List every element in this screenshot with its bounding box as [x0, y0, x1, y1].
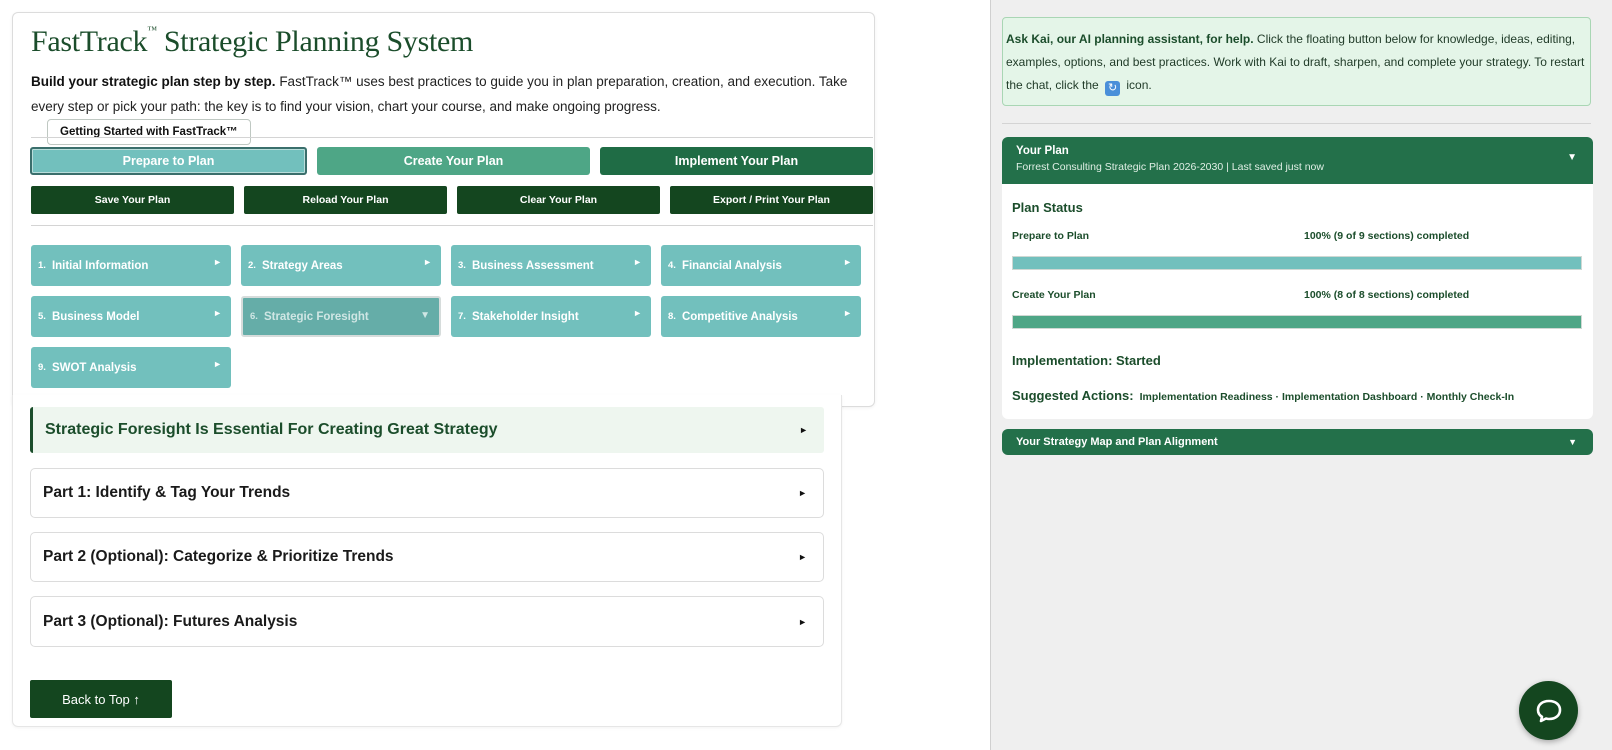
plan-actions: Save Your Plan Reload Your Plan Clear Yo… [31, 186, 873, 214]
chevron-down-icon: ▼ [1568, 437, 1577, 447]
step-strategy-areas[interactable]: 2. Strategy Areas ► [241, 245, 441, 286]
step-business-model[interactable]: 5. Business Model ► [31, 296, 231, 337]
create-status-value: 100% (8 of 8 sections) completed [1304, 289, 1470, 301]
arrow-right-icon: ► [798, 616, 807, 627]
arrow-right-icon: ► [213, 359, 222, 369]
arrow-right-icon: ► [633, 308, 642, 318]
section-part-3[interactable]: Part 3 (Optional): Futures Analysis ► [30, 596, 824, 647]
app-title: FastTrack™ Strategic Planning System [31, 25, 474, 58]
clear-plan-button[interactable]: Clear Your Plan [457, 186, 660, 214]
back-to-top-button[interactable]: Back to Top ↑ [30, 680, 172, 718]
prepare-progress-fill [1013, 257, 1581, 269]
step-business-assessment[interactable]: 3. Business Assessment ► [451, 245, 651, 286]
chevron-down-icon: ▼ [1567, 152, 1577, 163]
step-financial-analysis[interactable]: 4. Financial Analysis ► [661, 245, 861, 286]
kai-help-box: Ask Kai, our AI planning assistant, for … [1002, 17, 1591, 106]
intro-bold: Build your strategic plan step by step. [31, 74, 276, 89]
step-competitive-analysis[interactable]: 8. Competitive Analysis ► [661, 296, 861, 337]
tab-create-your-plan[interactable]: Create Your Plan [317, 147, 590, 175]
suggested-actions-links[interactable]: Implementation Readiness · Implementatio… [1140, 391, 1515, 403]
step-grid: 1. Initial Information ► 2. Strategy Areas ►… [31, 245, 873, 388]
implementation-status: Implementation: Started [1012, 353, 1161, 368]
section-part-2[interactable]: Part 2 (Optional): Categorize & Prioriti… [30, 532, 824, 582]
step-strategic-foresight[interactable]: 6. Strategic Foresight ▼ [241, 296, 441, 337]
section-part-1[interactable]: Part 1: Identify & Tag Your Trends ► [30, 468, 824, 518]
intro-text: Build your strategic plan step by step. … [31, 69, 861, 146]
main-column: FastTrack™ Strategic Planning System Bui… [0, 0, 990, 750]
create-status-label: Create Your Plan [1012, 289, 1096, 301]
your-plan-header[interactable]: Your Plan Forrest Consulting Strategic P… [1002, 137, 1593, 184]
divider [1002, 123, 1591, 124]
arrow-right-icon: ► [423, 257, 432, 267]
export-print-plan-button[interactable]: Export / Print Your Plan [670, 186, 873, 214]
plan-status-title: Plan Status [1012, 200, 1083, 215]
tab-implement-your-plan[interactable]: Implement Your Plan [600, 147, 873, 175]
suggested-actions: Suggested Actions: Implementation Readine… [1012, 388, 1515, 403]
plan-subtitle: Forrest Consulting Strategic Plan 2026-2… [1016, 161, 1324, 173]
kai-chat-button[interactable] [1519, 681, 1578, 740]
arrow-right-icon: ► [799, 425, 808, 435]
arrow-right-icon: ► [798, 552, 807, 562]
arrow-right-icon: ► [633, 257, 642, 267]
prepare-progress-bar [1012, 256, 1582, 270]
create-progress-bar [1012, 315, 1582, 329]
reload-plan-button[interactable]: Reload Your Plan [244, 186, 447, 214]
planner-card: FastTrack™ Strategic Planning System Bui… [12, 12, 875, 407]
your-plan-title: Your Plan [1016, 145, 1069, 157]
page: FastTrack™ Strategic Planning System Bui… [0, 0, 1612, 750]
strategy-map-header[interactable]: Your Strategy Map and Plan Alignment ▼ [1002, 429, 1593, 455]
arrow-right-icon: ► [213, 257, 222, 267]
divider [31, 137, 873, 138]
tab-prepare-to-plan[interactable]: Prepare to Plan [30, 147, 307, 175]
step-swot-analysis[interactable]: 9. SWOT Analysis ► [31, 347, 231, 388]
arrow-down-icon: ▼ [420, 310, 430, 321]
your-plan-panel: Your Plan Forrest Consulting Strategic P… [1002, 137, 1593, 419]
chat-bubble-icon [1536, 699, 1561, 722]
prepare-status-value: 100% (9 of 9 sections) completed [1304, 230, 1470, 242]
create-progress-fill [1013, 316, 1581, 328]
save-plan-button[interactable]: Save Your Plan [31, 186, 234, 214]
arrow-right-icon: ► [213, 308, 222, 318]
sidebar: Ask Kai, our AI planning assistant, for … [990, 0, 1612, 750]
arrow-right-icon: ► [843, 308, 852, 318]
step-stakeholder-insight[interactable]: 7. Stakeholder Insight ► [451, 296, 651, 337]
step-initial-information[interactable]: 1. Initial Information ► [31, 245, 231, 286]
phase-tabs: Prepare to Plan Create Your Plan Impleme… [30, 147, 873, 175]
arrow-right-icon: ► [843, 257, 852, 267]
arrow-right-icon: ► [798, 488, 807, 498]
divider [31, 225, 873, 226]
getting-started-button[interactable]: Getting Started with FastTrack™ [47, 119, 251, 146]
refresh-icon[interactable]: ↻ [1105, 81, 1121, 96]
prepare-status-label: Prepare to Plan [1012, 230, 1090, 242]
section-foresight-intro[interactable]: Strategic Foresight Is Essential For Cre… [30, 407, 824, 453]
